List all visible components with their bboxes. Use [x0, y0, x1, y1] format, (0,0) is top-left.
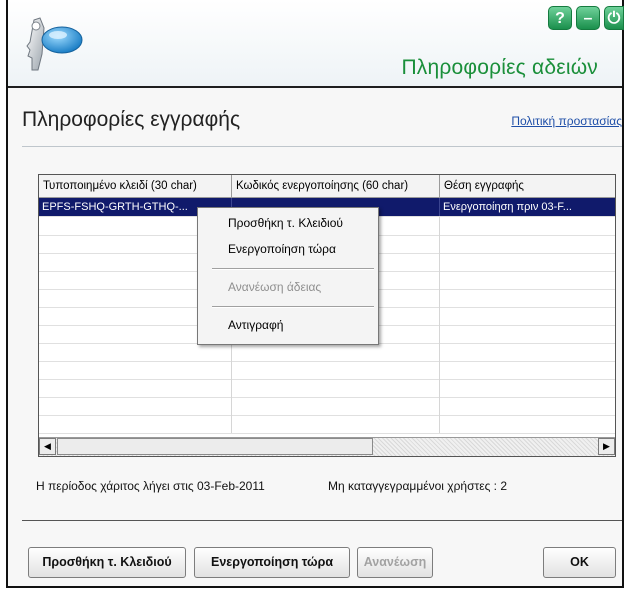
empty-cell: [440, 271, 615, 289]
menu-item-activate-now[interactable]: Ενεργοποίηση τώρα: [228, 242, 336, 256]
key-icon: [26, 17, 83, 71]
empty-cell: [39, 343, 232, 361]
renew-button[interactable]: Ανανέωση: [357, 547, 433, 578]
horizontal-scrollbar[interactable]: ◀ ▶: [39, 437, 615, 456]
column-header-status[interactable]: Θέση εγγραφής: [440, 175, 615, 197]
empty-cell: [440, 235, 615, 253]
empty-cell: [39, 397, 232, 415]
page-title: Πληροφορίες εγγραφής: [22, 108, 241, 131]
empty-cell: [440, 379, 615, 397]
window-header: ? – ⏻ Πληροφορίες αδειών: [8, 0, 624, 88]
empty-cell: [232, 361, 440, 379]
ok-button[interactable]: OK: [543, 547, 616, 578]
empty-cell: [39, 415, 232, 433]
empty-cell: [232, 415, 440, 433]
menu-item-add-key[interactable]: Προσθήκη τ. Κλειδιού: [228, 216, 343, 230]
empty-cell: [440, 253, 615, 271]
empty-cell: [440, 397, 615, 415]
empty-table-row: [39, 379, 615, 398]
empty-table-row: [39, 415, 615, 434]
empty-table-row: [39, 397, 615, 416]
header-title: Πληροφορίες αδειών: [401, 56, 598, 79]
scroll-left-icon[interactable]: ◀: [39, 438, 56, 455]
empty-cell: [440, 343, 615, 361]
empty-cell: [232, 343, 440, 361]
empty-cell: [440, 325, 615, 343]
menu-item-copy[interactable]: Αντιγραφή: [228, 318, 283, 332]
scrollbar-thumb[interactable]: [57, 438, 373, 455]
empty-cell: [440, 289, 615, 307]
help-icon[interactable]: ?: [548, 6, 572, 30]
privacy-policy-link[interactable]: Πολιτική προστασίας: [511, 114, 622, 128]
column-header-activation-code[interactable]: Κωδικός ενεργοποίησης (60 char): [232, 175, 440, 197]
empty-cell: [232, 379, 440, 397]
empty-cell: [440, 361, 615, 379]
menu-separator: [212, 306, 374, 308]
empty-cell: [232, 397, 440, 415]
menu-item-renew-license[interactable]: Ανανέωση άδειας: [228, 280, 321, 294]
activate-now-button[interactable]: Ενεργοποίηση τώρα: [194, 547, 350, 578]
empty-cell: [39, 361, 232, 379]
add-key-button[interactable]: Προσθήκη τ. Κλειδιού: [28, 547, 186, 578]
license-window: ? – ⏻ Πληροφορίες αδειών Πληροφορίες εγγ…: [6, 0, 624, 588]
empty-cell: [440, 307, 615, 325]
table-header: Τυποποιημένο κλειδί (30 char) Κωδικός εν…: [39, 175, 615, 198]
column-header-key[interactable]: Τυποποιημένο κλειδί (30 char): [39, 175, 232, 197]
menu-separator: [212, 268, 374, 270]
grace-period-text: Η περίοδος χάριτος λήγει στις 03-Feb-201…: [36, 479, 265, 493]
empty-cell: [39, 379, 232, 397]
minimize-icon[interactable]: –: [576, 6, 600, 30]
empty-table-row: [39, 361, 615, 380]
title-divider: [22, 146, 622, 147]
empty-cell: [440, 415, 615, 433]
empty-table-row: [39, 343, 615, 362]
empty-cell: [440, 217, 615, 235]
context-menu: Προσθήκη τ. Κλειδιού Ενεργοποίηση τώρα Α…: [197, 207, 379, 345]
footer-divider: [22, 520, 622, 521]
power-icon[interactable]: ⏻: [604, 6, 624, 30]
status-cell: Ενεργοποίηση πριν 03-F...: [440, 198, 615, 216]
unregistered-users-text: Μη καταγγεγραμμένοι χρήστες : 2: [328, 479, 508, 493]
scroll-right-icon[interactable]: ▶: [598, 438, 615, 455]
